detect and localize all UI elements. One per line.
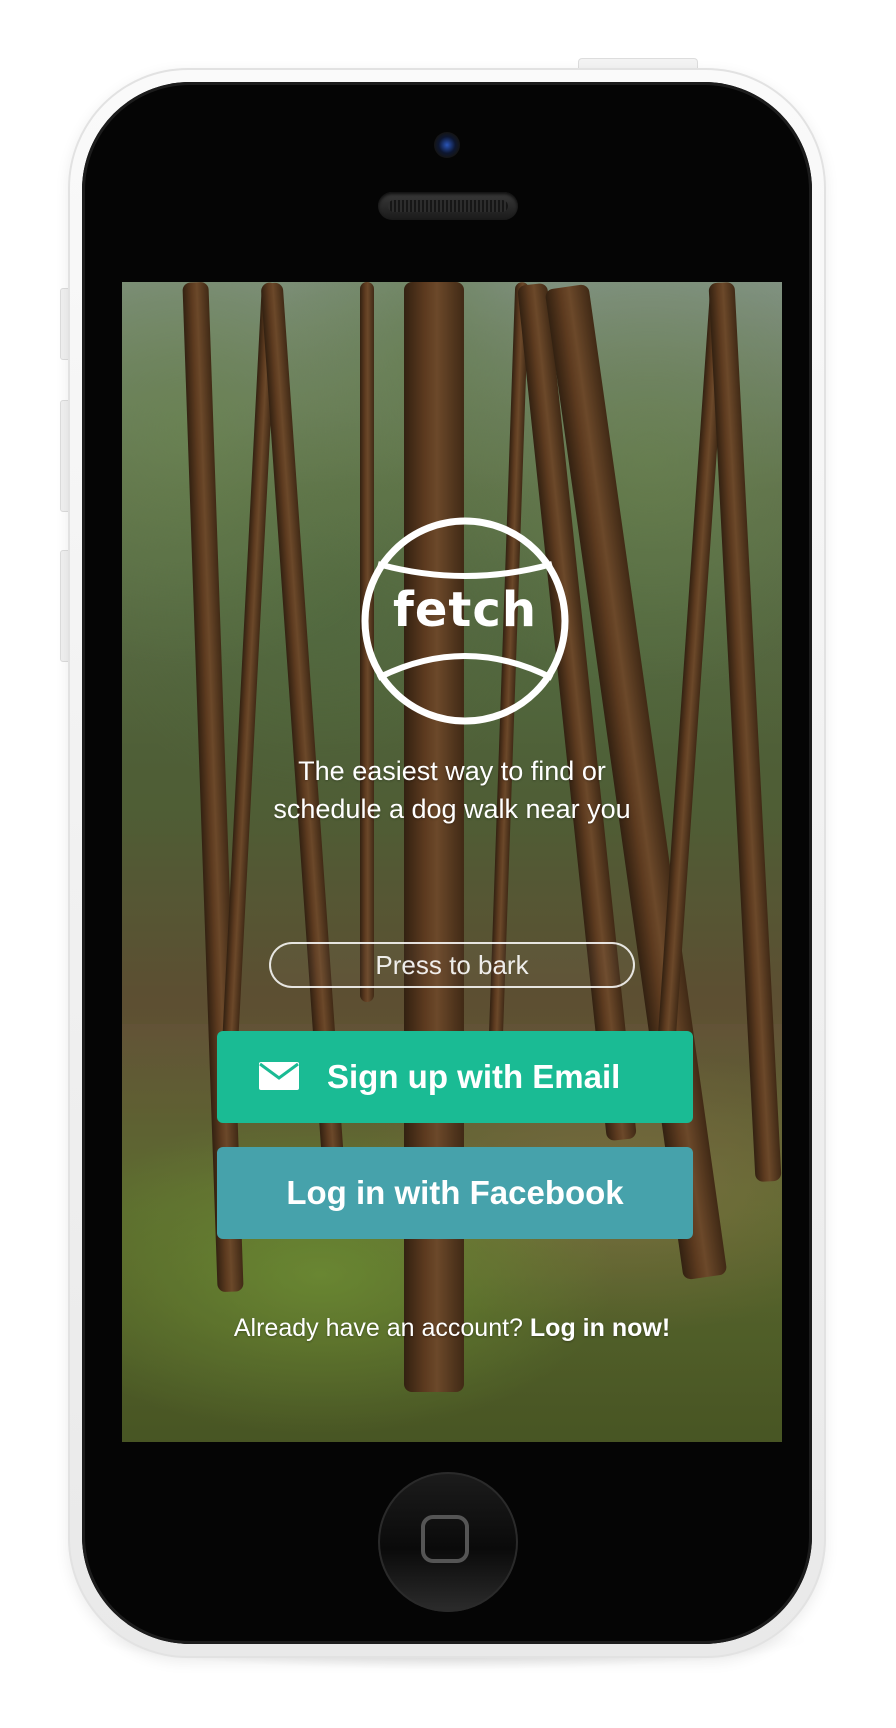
sign-up-email-button[interactable]: Sign up with Email [217, 1031, 693, 1123]
device-mockup: fetch The easiest way to find or schedul… [0, 0, 896, 1728]
tagline-line-1: The easiest way to find or [298, 756, 606, 786]
sign-up-email-label: Sign up with Email [327, 1058, 621, 1095]
front-camera [434, 132, 460, 158]
tagline: The easiest way to find or schedule a do… [202, 752, 702, 828]
envelope-icon [259, 1062, 299, 1090]
home-button[interactable] [378, 1472, 518, 1612]
background-dim-overlay [122, 282, 782, 1442]
fetch-logo: fetch [360, 516, 570, 726]
tagline-line-2: schedule a dog walk near you [273, 794, 631, 824]
logo-wordmark: fetch [392, 582, 537, 638]
app-screen: fetch The easiest way to find or schedul… [122, 282, 782, 1442]
earpiece-speaker [378, 192, 518, 220]
existing-account-text: Already have an account? [233, 1314, 523, 1342]
existing-account-prompt: Already have an account? Log in now! [162, 1314, 742, 1343]
log-in-now-link[interactable]: Log in now! [530, 1314, 670, 1342]
facebook-login-button[interactable]: Log in with Facebook [217, 1147, 693, 1239]
home-square-icon [421, 1515, 469, 1563]
press-to-bark-button[interactable]: Press to bark [269, 942, 635, 988]
